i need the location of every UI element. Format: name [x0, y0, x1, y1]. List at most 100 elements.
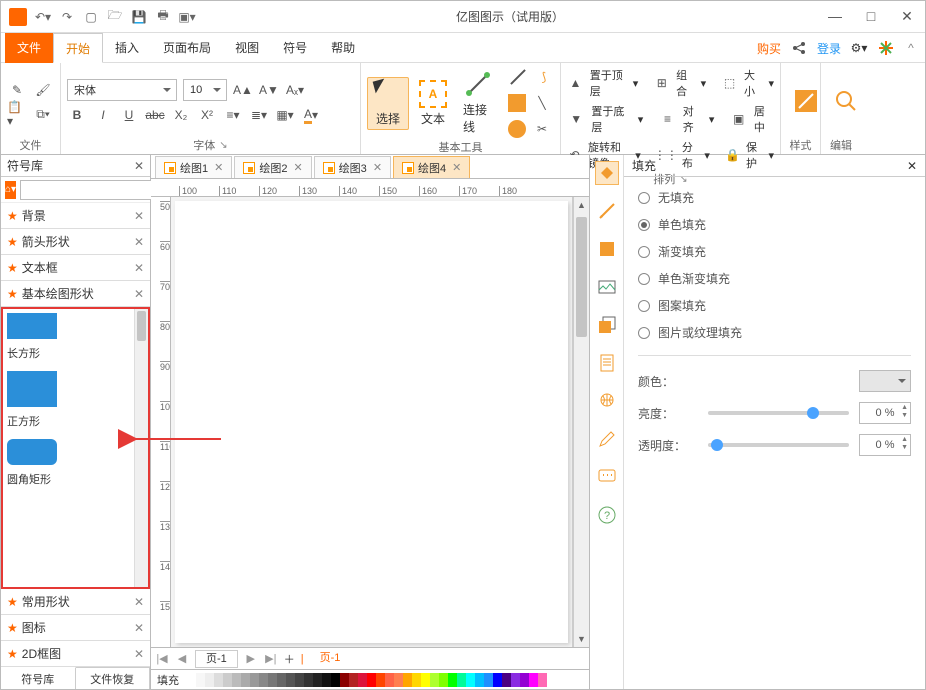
copy-icon[interactable]: ⧉▾: [33, 104, 53, 124]
share-icon[interactable]: [791, 40, 807, 56]
shapes-scrollbar[interactable]: [134, 309, 148, 587]
tool-text[interactable]: A 文本: [413, 78, 453, 129]
export-icon[interactable]: ▣▾: [179, 9, 195, 25]
libcat-arrow[interactable]: ★箭头形状✕: [1, 229, 150, 255]
libcat-textbox[interactable]: ★文本框✕: [1, 255, 150, 281]
tool-select[interactable]: 选择: [367, 77, 409, 130]
close-button[interactable]: ✕: [897, 8, 917, 25]
rp-comment-icon[interactable]: [595, 465, 619, 489]
minimize-button[interactable]: —: [825, 8, 845, 25]
fill-none[interactable]: 无填充: [638, 189, 911, 206]
rp-line-icon[interactable]: [595, 199, 619, 223]
tool-connector[interactable]: 连接线: [457, 69, 500, 137]
doc-tab-close[interactable]: ✕: [452, 161, 461, 174]
line-spacing-icon[interactable]: ≡▾: [223, 105, 243, 125]
libcat-basic-shapes[interactable]: ★基本绘图形状✕: [1, 281, 150, 307]
align-icon[interactable]: ≡: [658, 109, 676, 129]
settings-icon[interactable]: ⚙▾: [851, 40, 867, 56]
shape-rounded-rect[interactable]: 圆角矩形: [7, 439, 144, 487]
page-first[interactable]: |◀: [155, 652, 169, 665]
brush-icon[interactable]: 🖌: [33, 80, 53, 100]
libcat-common[interactable]: ★常用形状✕: [1, 589, 150, 615]
font-color-icon[interactable]: A▾: [301, 105, 321, 125]
tab-symbol[interactable]: 符号: [271, 33, 319, 63]
underline-icon[interactable]: U: [119, 105, 139, 125]
shape-crop-icon[interactable]: ✂: [532, 119, 552, 139]
page-prev[interactable]: ◀: [175, 652, 189, 665]
libcat-background[interactable]: ★背景✕: [1, 203, 150, 229]
fill-pattern[interactable]: 图案填充: [638, 297, 911, 314]
rp-globe-icon[interactable]: [595, 389, 619, 413]
italic-icon[interactable]: I: [93, 105, 113, 125]
login-link[interactable]: 登录: [817, 40, 841, 57]
shape-circle-icon[interactable]: [508, 120, 526, 138]
shape-square-icon[interactable]: [508, 94, 526, 112]
tab-layout[interactable]: 页面布局: [151, 33, 223, 63]
page-next[interactable]: ▶: [244, 652, 258, 665]
doc-tab-1[interactable]: 绘图1✕: [155, 156, 232, 178]
increase-font-icon[interactable]: A▲: [233, 80, 253, 100]
shape-rectangle[interactable]: 长方形: [7, 313, 144, 361]
library-search-input[interactable]: [20, 180, 172, 200]
undo-icon[interactable]: ↶▾: [35, 9, 51, 25]
rp-edit-icon[interactable]: [595, 427, 619, 451]
shape-line-icon[interactable]: [508, 76, 528, 78]
bullet-list-icon[interactable]: ≣▾: [249, 105, 269, 125]
font-size-select[interactable]: 10: [183, 79, 227, 101]
save-icon[interactable]: 💾: [131, 9, 147, 25]
fill-solid-gradient[interactable]: 单色渐变填充: [638, 270, 911, 287]
new-icon[interactable]: ▢: [83, 9, 99, 25]
bold-icon[interactable]: B: [67, 105, 87, 125]
color-picker[interactable]: [859, 370, 911, 392]
rp-picture-icon[interactable]: [595, 275, 619, 299]
maximize-button[interactable]: □: [861, 8, 881, 25]
shape-square[interactable]: 正方形: [7, 371, 144, 429]
edit-button[interactable]: [827, 86, 867, 118]
send-back-icon[interactable]: ▼: [567, 109, 585, 129]
library-panel-close[interactable]: ✕: [134, 159, 144, 173]
rp-shadow-icon[interactable]: [595, 237, 619, 261]
font-dialog-launcher[interactable]: ↘: [219, 140, 227, 151]
rp-fill-icon[interactable]: [595, 161, 619, 185]
group-icon[interactable]: ⊞: [653, 73, 670, 93]
open-icon[interactable]: 🗁: [107, 9, 123, 25]
tab-help[interactable]: 帮助: [319, 33, 367, 63]
page-active[interactable]: 页-1: [310, 650, 351, 668]
doc-tab-3[interactable]: 绘图3✕: [314, 156, 391, 178]
libcat-2dframe[interactable]: ★2D框图✕: [1, 641, 150, 667]
opacity-slider[interactable]: [708, 443, 849, 447]
rp-layer-icon[interactable]: [595, 313, 619, 337]
redo-icon[interactable]: ↷: [59, 9, 75, 25]
left-tab-library[interactable]: 符号库: [1, 667, 76, 689]
fill-gradient[interactable]: 渐变填充: [638, 243, 911, 260]
page-add[interactable]: ＋: [284, 651, 295, 667]
highlight-icon[interactable]: ▦▾: [275, 105, 295, 125]
format-painter-icon[interactable]: ✎: [7, 80, 27, 100]
doc-tab-4[interactable]: 绘图4✕: [393, 156, 470, 178]
paste-icon[interactable]: 📋▾: [7, 104, 27, 124]
superscript-icon[interactable]: X²: [197, 105, 217, 125]
clear-format-icon[interactable]: Aₓ▾: [285, 80, 305, 100]
shape-arc-icon[interactable]: ⟆: [534, 67, 554, 87]
tab-insert[interactable]: 插入: [103, 33, 151, 63]
right-panel-close[interactable]: ✕: [907, 159, 917, 173]
rp-page-icon[interactable]: [595, 351, 619, 375]
brightness-value[interactable]: 0 %▲▼: [859, 402, 911, 424]
doc-tab-close[interactable]: ✕: [293, 161, 302, 174]
doc-tab-close[interactable]: ✕: [214, 161, 223, 174]
doc-tab-close[interactable]: ✕: [373, 161, 382, 174]
size-icon[interactable]: ⬚: [721, 73, 738, 93]
bring-front-icon[interactable]: ▲: [567, 73, 584, 93]
canvas-scrollbar-v[interactable]: ▲▼: [573, 197, 589, 647]
rp-help-icon[interactable]: ?: [595, 503, 619, 527]
fill-solid[interactable]: 单色填充: [638, 216, 911, 233]
opacity-value[interactable]: 0 %▲▼: [859, 434, 911, 456]
tab-view[interactable]: 视图: [223, 33, 271, 63]
color-swatches[interactable]: [187, 673, 547, 687]
page-tab[interactable]: 页-1: [195, 650, 238, 668]
canvas[interactable]: [171, 197, 573, 647]
fill-picture[interactable]: 图片或纹理填充: [638, 324, 911, 341]
decrease-font-icon[interactable]: A▼: [259, 80, 279, 100]
tab-home[interactable]: 开始: [53, 33, 103, 63]
center-icon[interactable]: ▣: [729, 109, 747, 129]
